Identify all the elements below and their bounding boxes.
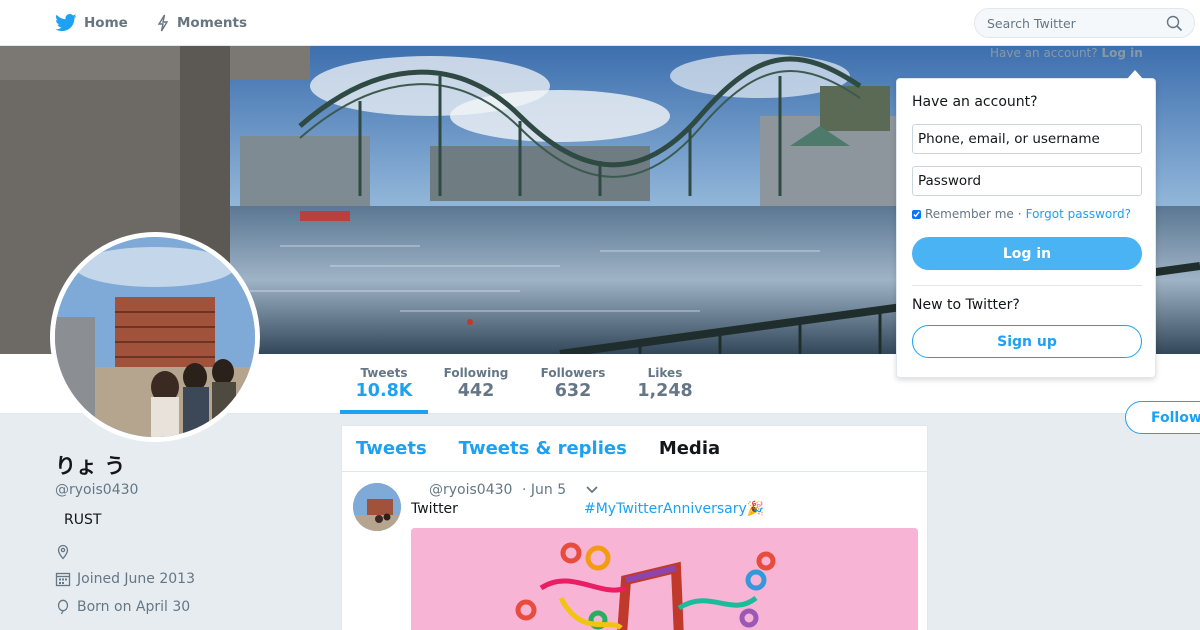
profile-born: Born on April 30 (55, 597, 315, 617)
chevron-down-icon[interactable] (585, 485, 599, 495)
tweet-media-image[interactable] (411, 528, 918, 630)
stat-likes[interactable]: Likes 1,248 (630, 354, 700, 414)
tab-tweets[interactable]: Tweets (356, 438, 427, 459)
profile-location (55, 542, 315, 562)
login-heading: Have an account? (912, 94, 1038, 110)
tweet-date[interactable]: · Jun 5 (522, 482, 566, 498)
tab-tweets-replies[interactable]: Tweets & replies (459, 438, 627, 459)
stat-tweets[interactable]: Tweets 10.8K (340, 354, 428, 414)
forgot-password-link[interactable]: Forgot password? (1026, 207, 1131, 221)
joined-text: Joined June 2013 (77, 571, 195, 587)
tweet-avatar[interactable] (353, 483, 401, 531)
search-box (974, 8, 1195, 38)
new-to-twitter-heading: New to Twitter? (912, 297, 1020, 313)
have-account-text: Have an account? (990, 46, 1098, 60)
timeline-tabs: Tweets Tweets & replies Media (342, 426, 927, 472)
nav-home-label: Home (84, 15, 128, 31)
profile-joined: Joined June 2013 (55, 569, 315, 589)
profile-card: りょ う @ryois0430 RUST Joined June 2013 Bo… (55, 450, 315, 617)
profile-handle[interactable]: @ryois0430 (55, 482, 315, 498)
timeline: Tweets Tweets & replies Media @ryois0430… (341, 425, 928, 630)
location-pin-icon (57, 544, 69, 560)
login-button[interactable]: Log in (912, 237, 1142, 270)
nav-moments[interactable]: Moments (156, 0, 247, 46)
login-dropdown: Have an account? Remember me · Forgot pa… (896, 70, 1156, 378)
stat-value: 442 (457, 381, 495, 401)
tweet-text: Twitter (411, 501, 458, 517)
signup-button[interactable]: Sign up (912, 325, 1142, 358)
stat-followers[interactable]: Followers 632 (537, 354, 609, 414)
remember-row: Remember me · Forgot password? (912, 207, 1140, 221)
stat-value: 10.8K (355, 381, 413, 401)
remember-label[interactable]: Remember me (925, 207, 1014, 221)
profile-bio: RUST (64, 512, 102, 528)
twitter-bird-icon (55, 14, 77, 32)
stat-label: Tweets (360, 366, 408, 380)
remember-checkbox[interactable] (912, 209, 921, 219)
login-divider (912, 285, 1142, 286)
nav-home[interactable]: Home (55, 0, 128, 46)
top-nav: Home Moments (0, 0, 1200, 46)
search-input[interactable] (987, 15, 1157, 31)
nav-moments-label: Moments (177, 15, 248, 31)
follow-button[interactable]: Follow (1125, 401, 1200, 434)
remember-separator: · (1017, 207, 1022, 221)
stat-label: Likes (647, 366, 683, 380)
password-field[interactable] (912, 166, 1142, 196)
profile-name[interactable]: りょ う (55, 450, 315, 480)
stat-following[interactable]: Following 442 (440, 354, 512, 414)
tweet-handle[interactable]: @ryois0430 (429, 482, 512, 498)
stat-value: 1,248 (637, 381, 693, 401)
balloon-icon (57, 599, 69, 615)
tweet-item[interactable]: @ryois0430 · Jun 5 Twitter #MyTwitterAnn… (342, 472, 927, 630)
profile-avatar[interactable] (50, 232, 260, 442)
calendar-icon (55, 572, 71, 587)
lightning-icon (157, 14, 169, 32)
have-account-top: Have an account? Log in (990, 46, 1143, 60)
born-text: Born on April 30 (77, 599, 191, 615)
stat-label: Following (443, 366, 509, 380)
stat-label: Followers (540, 366, 606, 380)
username-field[interactable] (912, 124, 1142, 154)
top-login-link[interactable]: Log in (1101, 46, 1142, 60)
search-icon[interactable] (1166, 15, 1183, 32)
tweet-hashtag[interactable]: #MyTwitterAnniversary🎉 (584, 501, 764, 517)
stat-value: 632 (554, 381, 592, 401)
tab-media[interactable]: Media (659, 438, 720, 459)
